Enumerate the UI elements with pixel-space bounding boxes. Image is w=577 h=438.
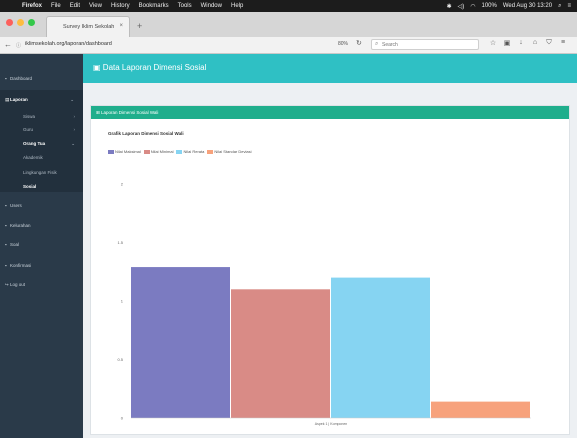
screen: Firefox File Edit View History Bookmarks… [0,0,577,438]
chevron-right-icon: › [73,114,76,119]
sidebar-sub-sosial[interactable]: Sosial [23,184,36,189]
star-icon[interactable]: ☆ [486,39,500,47]
sidebar-item-dashboard[interactable]: ▪ Dashboard [5,76,32,81]
menu-view[interactable]: View [89,3,102,9]
url-bar[interactable]: iklimsekolah.org/laporan/dashboard [25,41,112,47]
search-box[interactable]: ⌕ [371,39,479,50]
sidebar: ▪ Dashboard ▤Laporan ⌄ Siswa › Guru › Orang… [0,54,83,438]
sidebar-sub-siswa[interactable]: Siswa › [23,114,79,119]
info-icon[interactable]: ⓘ [16,42,21,49]
y-tick-label: 2 [121,182,124,187]
bar-chart: 2 1.5 1 0.5 0 Aspek 1 | Komponen [117,182,531,426]
y-tick-label: 1.5 [117,240,123,245]
sidebar-sub-lingkungan-fisik[interactable]: Lingkungan Fisik [23,170,57,175]
tab-title: Survey Iklim Sekolah [63,24,115,30]
menu-tools[interactable]: Tools [178,3,192,9]
toolbar-icons: ☆ ▣ ↓ ⌂ ⛉ ≡ [486,39,570,47]
menu-help[interactable]: Help [231,3,243,9]
window-controls [6,19,39,26]
spotlight-icon[interactable]: ⌕ [558,3,561,10]
report-panel: ⊞ Laporan Dimensi Sosial Wali Grafik Lap… [90,105,570,435]
sidebar-sub-guru[interactable]: Guru › [23,127,79,132]
document-icon: ▣ [93,63,101,72]
bar-nilai-minimal[interactable] [231,289,330,418]
bar-nilai-rerata[interactable] [331,277,430,418]
volume-icon[interactable]: ◁) [458,3,465,10]
sidebar-sub-akademik[interactable]: Akademik [23,155,43,160]
chevron-down-icon: ⌄ [71,141,75,146]
close-tab-icon[interactable]: × [119,23,123,29]
page-header: ▣ Data Laporan Dimensi Sosial [83,54,577,83]
bar-nilai-maksimal[interactable] [131,267,230,418]
clipboard-icon[interactable]: ▣ [500,39,514,47]
shield-icon[interactable]: ⛉ [542,39,556,47]
nav-bar: ← ⓘ iklimsekolah.org/laporan/dashboard 8… [0,37,577,54]
y-tick-label: 1 [121,299,124,304]
x-category-label: Aspek 1 | Komponen [315,422,347,426]
sidebar-item-laporan[interactable]: ▤Laporan ⌄ [5,97,78,103]
tab-bar: Survey Iklim Sekolah × + [0,12,577,37]
y-tick-label: 0.5 [117,357,123,362]
sidebar-item-users[interactable]: ▪ Users [5,203,22,208]
sidebar-sub-orang-tua[interactable]: Orang Tua ⌄ [23,141,79,146]
sidebar-item-soal[interactable]: ▪ Soal [5,242,19,247]
page-title: ▣ Data Laporan Dimensi Sosial [93,63,207,72]
menu-app-name[interactable]: Firefox [22,3,42,9]
bluetooth-icon[interactable]: ✱ [447,3,452,10]
home-icon[interactable]: ⌂ [528,39,542,47]
menu-window[interactable]: Window [201,3,222,9]
minimize-window-icon[interactable] [17,19,24,26]
wifi-icon[interactable]: ◠ [470,3,475,10]
sidebar-item-konfirmasi[interactable]: ▪ Konfirmasi [5,263,31,268]
download-icon[interactable]: ↓ [514,39,528,47]
status-area: ✱ ◁) ◠ 100% Wed Aug 30 13:20 ⌕ ≡ [441,3,571,10]
menu-history[interactable]: History [111,3,130,9]
menu-file[interactable]: File [51,3,61,9]
mac-menubar: Firefox File Edit View History Bookmarks… [0,0,577,12]
menu-bookmarks[interactable]: Bookmarks [139,3,169,9]
zoom-level[interactable]: 80% [338,41,348,47]
close-window-icon[interactable] [6,19,13,26]
zoom-window-icon[interactable] [28,19,35,26]
menu-icon[interactable]: ≡ [556,39,570,47]
battery-percent[interactable]: 100% [481,3,496,9]
chevron-down-icon: ⌄ [70,97,74,102]
search-input[interactable] [382,41,474,49]
sidebar-item-logout[interactable]: ↪Log out [5,282,25,288]
reload-icon[interactable]: ↻ [356,39,362,47]
sidebar-item-kelurahan[interactable]: ▪ Kelurahan [5,223,31,228]
chevron-right-icon: › [73,127,76,132]
back-arrow-icon[interactable]: ← [4,40,12,49]
new-tab-icon[interactable]: + [137,21,142,31]
browser-tab[interactable]: Survey Iklim Sekolah × [46,16,130,37]
search-icon: ⌕ [375,41,379,47]
y-tick-label: 0 [121,416,124,421]
menu-edit[interactable]: Edit [70,3,80,9]
clock[interactable]: Wed Aug 30 13:20 [503,3,552,9]
web-page: ▪ Dashboard ▤Laporan ⌄ Siswa › Guru › Orang… [0,54,577,438]
list-icon[interactable]: ≡ [567,3,571,9]
bar-nilai-standar-deviasi[interactable] [431,401,530,418]
